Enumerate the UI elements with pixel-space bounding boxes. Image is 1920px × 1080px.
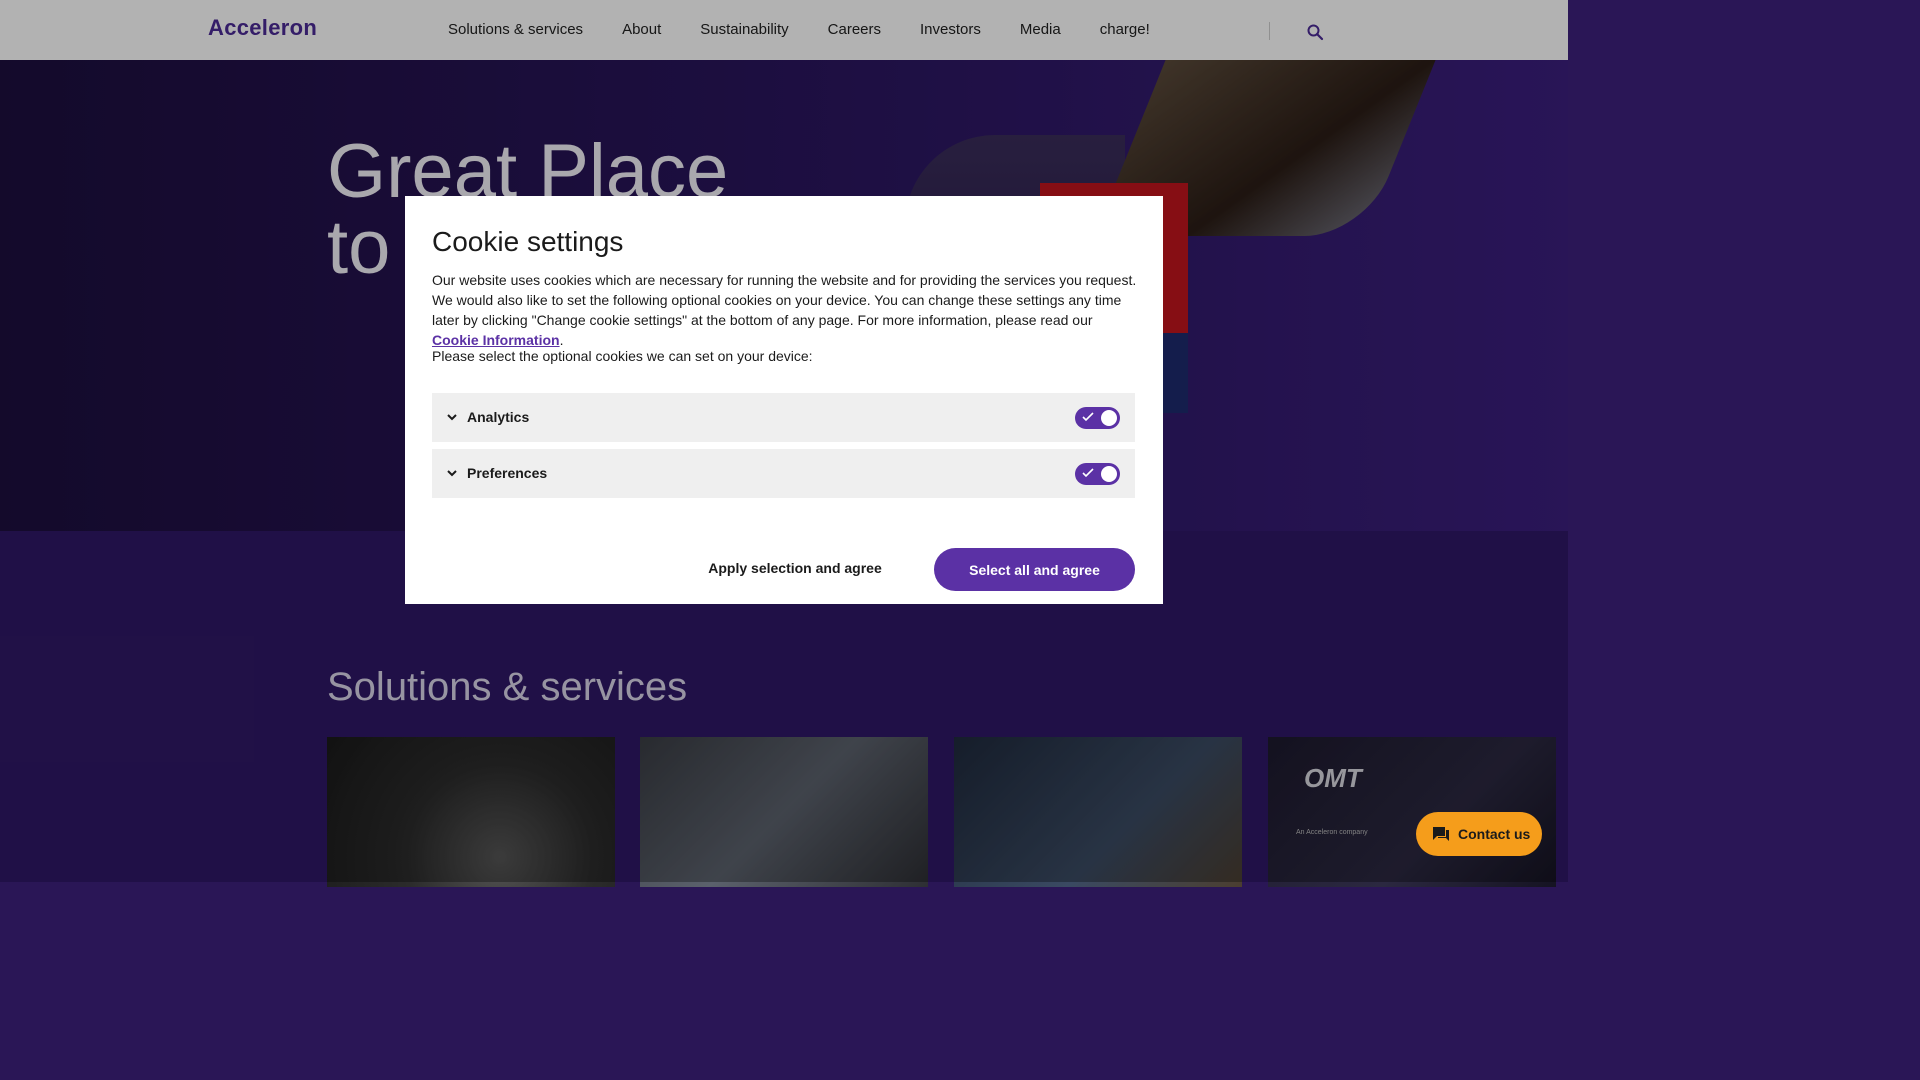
select-all-button[interactable]: Select all and agree [934, 548, 1135, 591]
cookie-dialog-title: Cookie settings [432, 226, 624, 257]
cookie-information-link[interactable]: Cookie Information [432, 332, 560, 348]
cookie-dialog-text: Our website uses cookies which are neces… [432, 270, 1142, 350]
contact-us-label: Contact us [1458, 826, 1531, 842]
cookie-dialog-prompt: Please select the optional cookies we ca… [432, 348, 813, 364]
apply-selection-button[interactable]: Apply selection and agree [701, 550, 889, 586]
contact-us-button[interactable]: Contact us [1416, 812, 1542, 856]
analytics-toggle[interactable] [1075, 407, 1120, 429]
chevron-down-icon[interactable] [445, 466, 459, 480]
chat-icon [1432, 826, 1450, 842]
cookie-text-end: . [559, 332, 564, 348]
cookie-option-label: Analytics [467, 409, 530, 425]
check-icon [1082, 410, 1094, 424]
cookie-option-preferences[interactable]: Preferences [432, 449, 1135, 498]
cookie-text-body: Our website uses cookies which are neces… [432, 272, 1137, 328]
cookie-option-analytics[interactable]: Analytics [432, 393, 1135, 442]
toggle-knob [1101, 466, 1117, 482]
cookie-option-label: Preferences [467, 465, 548, 481]
preferences-toggle[interactable] [1075, 463, 1120, 485]
chevron-down-icon[interactable] [445, 410, 459, 424]
toggle-knob [1101, 410, 1117, 426]
cookie-settings-dialog: Cookie settings Our website uses cookies… [405, 196, 1163, 604]
check-icon [1082, 466, 1094, 480]
